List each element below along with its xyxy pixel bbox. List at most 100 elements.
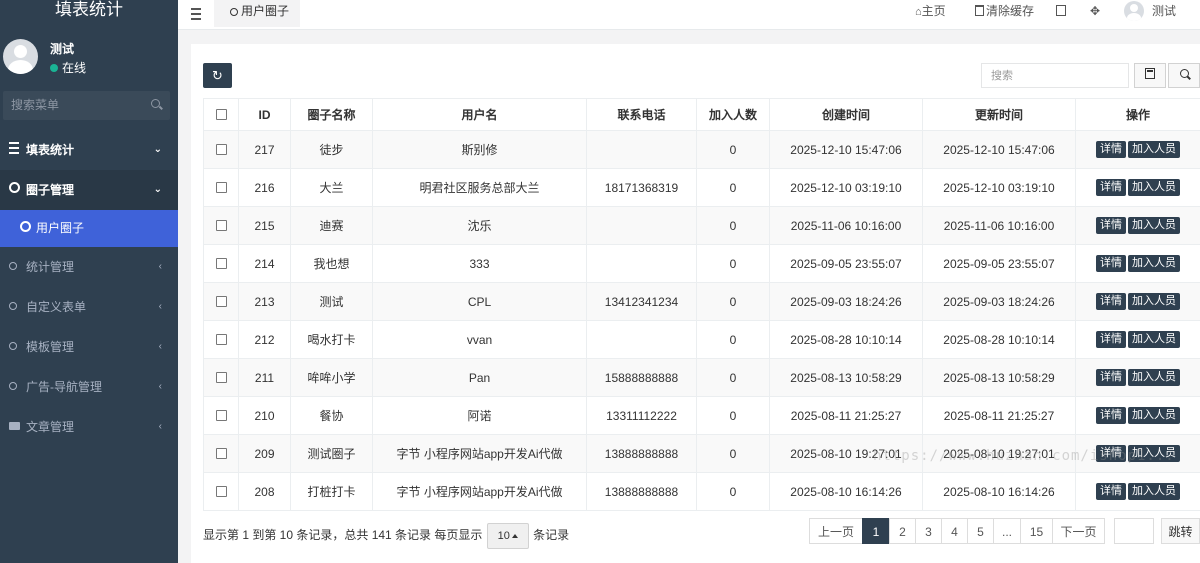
created-time-cell: 2025-08-10 19:27:01 <box>769 434 923 473</box>
row-checkbox[interactable] <box>215 219 227 231</box>
next-page-button[interactable]: 下一页 <box>1052 518 1105 544</box>
user-avatar[interactable] <box>3 39 38 74</box>
select-cell <box>203 472 239 511</box>
column-header[interactable]: 联系电话 <box>586 98 697 131</box>
row-checkbox[interactable] <box>215 447 227 459</box>
table-row[interactable]: 210 餐协 阿诺 13311112222 0 2025-08-11 21:25:27 20… <box>203 396 1200 435</box>
sidebar-item-ad-nav-management[interactable]: 广告-导航管理 ‹ <box>0 367 178 407</box>
table-row[interactable]: 215 迪赛 沈乐 0 2025-11-06 10:16:00 2025-11-06 10… <box>203 206 1200 245</box>
sidebar: 填表统计 测试 在线 填表统计 ⌄ 圈子管理 ⌄ 用户圈子 统计管理 ‹ <box>0 0 178 563</box>
column-header[interactable]: 创建时间 <box>769 98 923 131</box>
join-members-button[interactable]: 加入人员 <box>1128 331 1180 348</box>
column-header[interactable]: 更新时间 <box>922 98 1076 131</box>
details-button[interactable]: 详情 <box>1096 141 1126 158</box>
sidebar-item-statistics-management[interactable]: 统计管理 ‹ <box>0 247 178 287</box>
sidebar-item-template-management[interactable]: 模板管理 ‹ <box>0 327 178 367</box>
table-row[interactable]: 214 我也想 333 0 2025-09-05 23:55:07 2025-09-05 … <box>203 244 1200 283</box>
menu-toggle-icon[interactable] <box>191 8 201 20</box>
join-members-button[interactable]: 加入人员 <box>1128 255 1180 272</box>
row-checkbox[interactable] <box>215 409 227 421</box>
username-cell: 阿诺 <box>372 396 587 435</box>
column-header[interactable]: 用户名 <box>372 98 587 131</box>
join-members-button[interactable]: 加入人员 <box>1128 141 1180 158</box>
table-row[interactable]: 212 喝水打卡 vvan 0 2025-08-28 10:10:14 2025-08-2… <box>203 320 1200 359</box>
join-members-button[interactable]: 加入人员 <box>1128 217 1180 234</box>
join-members-button[interactable]: 加入人员 <box>1128 369 1180 386</box>
circle-name-cell: 测试圈子 <box>290 434 373 473</box>
chevron-left-icon: ‹ <box>158 381 162 392</box>
table-row[interactable]: 217 徒步 斯别修 0 2025-12-10 15:47:06 2025-12-10 1… <box>203 130 1200 169</box>
details-button[interactable]: 详情 <box>1096 217 1126 234</box>
join-members-button[interactable]: 加入人员 <box>1128 293 1180 310</box>
menu-search <box>3 91 170 120</box>
id-cell: 208 <box>238 472 291 511</box>
join-members-button[interactable]: 加入人员 <box>1128 483 1180 500</box>
book-icon <box>9 407 20 447</box>
page-ellipsis: ... <box>993 518 1021 544</box>
chevron-down-icon: ⌄ <box>153 144 162 155</box>
column-header[interactable]: ID <box>238 98 291 131</box>
page-button[interactable]: 2 <box>889 518 916 544</box>
lock-screen-icon[interactable] <box>1056 0 1066 22</box>
select-all-checkbox[interactable] <box>215 108 227 120</box>
search-icon[interactable] <box>151 99 160 108</box>
details-button[interactable]: 详情 <box>1096 293 1126 310</box>
created-time-cell: 2025-09-03 18:24:26 <box>769 282 923 321</box>
phone-cell: 13412341234 <box>586 282 697 321</box>
table-search-input[interactable] <box>981 63 1129 88</box>
updated-time-cell: 2025-08-11 21:25:27 <box>922 396 1076 435</box>
join-members-button[interactable]: 加入人员 <box>1128 179 1180 196</box>
join-members-button[interactable]: 加入人员 <box>1128 407 1180 424</box>
row-checkbox[interactable] <box>215 333 227 345</box>
details-button[interactable]: 详情 <box>1096 407 1126 424</box>
actions-cell: 详情 加入人员 <box>1075 434 1200 473</box>
row-checkbox[interactable] <box>215 295 227 307</box>
fullscreen-icon[interactable]: ✥ <box>1090 0 1100 22</box>
page-button[interactable]: 3 <box>915 518 942 544</box>
details-button[interactable]: 详情 <box>1096 369 1126 386</box>
table-row[interactable]: 208 打桩打卡 字节 小程序网站app开发Ai代做 13888888888 0 2025… <box>203 472 1200 511</box>
column-header[interactable]: 加入人数 <box>696 98 770 131</box>
row-checkbox[interactable] <box>215 371 227 383</box>
clear-cache-link[interactable]: 清除缓存 <box>975 0 1034 22</box>
table-row[interactable]: 216 大兰 明君社区服务总部大兰 18171368319 0 2025-12-10 03… <box>203 168 1200 207</box>
page-button[interactable]: 5 <box>967 518 994 544</box>
calculator-button[interactable] <box>1134 63 1166 88</box>
table-row[interactable]: 211 哞哞小学 Pan 15888888888 0 2025-08-13 10:58:2… <box>203 358 1200 397</box>
prev-page-button[interactable]: 上一页 <box>809 518 863 544</box>
details-button[interactable]: 详情 <box>1096 179 1126 196</box>
row-checkbox[interactable] <box>215 181 227 193</box>
sidebar-item-circle-management[interactable]: 圈子管理 ⌄ <box>0 170 178 210</box>
top-avatar[interactable] <box>1124 1 1144 21</box>
jump-page-input[interactable] <box>1114 518 1154 544</box>
row-checkbox[interactable] <box>215 143 227 155</box>
id-cell: 216 <box>238 168 291 207</box>
refresh-button[interactable]: ↻ <box>203 63 232 88</box>
column-header[interactable]: 圈子名称 <box>290 98 373 131</box>
page-size-select[interactable]: 10 <box>486 523 529 549</box>
details-button[interactable]: 详情 <box>1096 483 1126 500</box>
top-user-name[interactable]: 测试 <box>1152 0 1176 22</box>
page-button[interactable]: 1 <box>862 518 890 544</box>
page-button[interactable]: 15 <box>1020 518 1053 544</box>
row-checkbox[interactable] <box>215 257 227 269</box>
row-checkbox[interactable] <box>215 485 227 497</box>
jump-button[interactable]: 跳转 <box>1161 518 1200 544</box>
details-button[interactable]: 详情 <box>1096 331 1126 348</box>
page-button[interactable]: 4 <box>941 518 968 544</box>
table-row[interactable]: 213 测试 CPL 13412341234 0 2025-09-03 18:24:26 2… <box>203 282 1200 321</box>
sidebar-item-user-circle[interactable]: 用户圈子 <box>0 210 178 247</box>
sidebar-item-form-stats[interactable]: 填表统计 ⌄ <box>0 130 178 170</box>
details-button[interactable]: 详情 <box>1096 445 1126 462</box>
sidebar-item-article-management[interactable]: 文章管理 ‹ <box>0 407 178 447</box>
sidebar-item-custom-form[interactable]: 自定义表单 ‹ <box>0 287 178 327</box>
table-row[interactable]: 209 测试圈子 字节 小程序网站app开发Ai代做 13888888888 0 2025… <box>203 434 1200 473</box>
created-time-cell: 2025-12-10 03:19:10 <box>769 168 923 207</box>
sidebar-item-label: 用户圈子 <box>36 221 85 235</box>
search-button[interactable] <box>1168 63 1200 88</box>
details-button[interactable]: 详情 <box>1096 255 1126 272</box>
tab-user-circle[interactable]: 用户圈子 <box>214 0 300 29</box>
home-link[interactable]: ⌂主页 <box>915 0 946 22</box>
menu-search-input[interactable] <box>3 91 149 118</box>
join-members-button[interactable]: 加入人员 <box>1128 445 1180 462</box>
